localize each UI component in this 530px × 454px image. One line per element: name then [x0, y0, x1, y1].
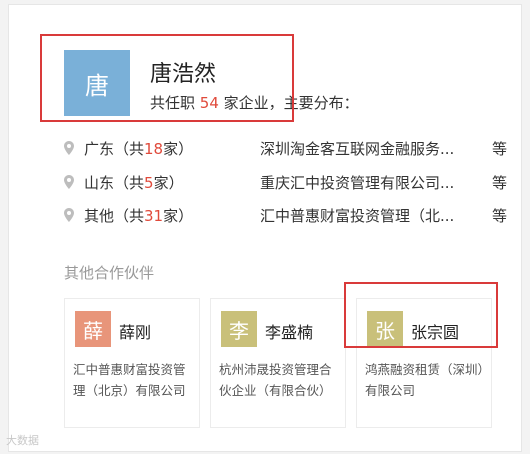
partner-card[interactable]: 李 李盛楠 杭州沛晟投资管理合伙企业（有限合伙）	[210, 298, 346, 428]
region-more-link[interactable]: 等	[492, 138, 507, 159]
partners-section-title: 其他合作伙伴	[64, 264, 155, 282]
region-label[interactable]: 其他（共31家）	[84, 205, 260, 226]
region-label[interactable]: 广东（共18家）	[84, 138, 260, 159]
region-company-link[interactable]: 重庆汇中投资管理有限公司...	[260, 172, 490, 193]
highlight-box-partner	[344, 282, 498, 348]
region-row: 广东（共18家） 深圳淘金客互联网金融服务... 等	[64, 136, 507, 160]
partner-company[interactable]: 汇中普惠财富投资管理（北京）有限公司	[73, 359, 195, 401]
partner-name[interactable]: 薛刚	[119, 319, 151, 343]
region-label[interactable]: 山东（共5家）	[84, 172, 260, 193]
partner-avatar[interactable]: 李	[221, 311, 257, 347]
watermark: 大数据	[6, 434, 39, 447]
highlight-box-person	[40, 34, 294, 122]
partner-company[interactable]: 杭州沛晟投资管理合伙企业（有限合伙）	[219, 359, 341, 401]
region-company-link[interactable]: 深圳淘金客互联网金融服务...	[260, 138, 490, 159]
partner-name[interactable]: 李盛楠	[265, 319, 313, 343]
partner-company[interactable]: 鸿燕融资租赁（深圳）有限公司	[365, 359, 487, 401]
region-row: 其他（共31家） 汇中普惠财富投资管理（北... 等	[64, 203, 507, 227]
location-pin-icon	[64, 208, 74, 222]
partner-card[interactable]: 薛 薛刚 汇中普惠财富投资管理（北京）有限公司	[64, 298, 200, 428]
location-pin-icon	[64, 141, 74, 155]
partner-avatar[interactable]: 薛	[75, 311, 111, 347]
region-company-link[interactable]: 汇中普惠财富投资管理（北...	[260, 205, 490, 226]
region-more-link[interactable]: 等	[492, 172, 507, 193]
location-pin-icon	[64, 175, 74, 189]
region-row: 山东（共5家） 重庆汇中投资管理有限公司... 等	[64, 170, 507, 194]
region-more-link[interactable]: 等	[492, 205, 507, 226]
